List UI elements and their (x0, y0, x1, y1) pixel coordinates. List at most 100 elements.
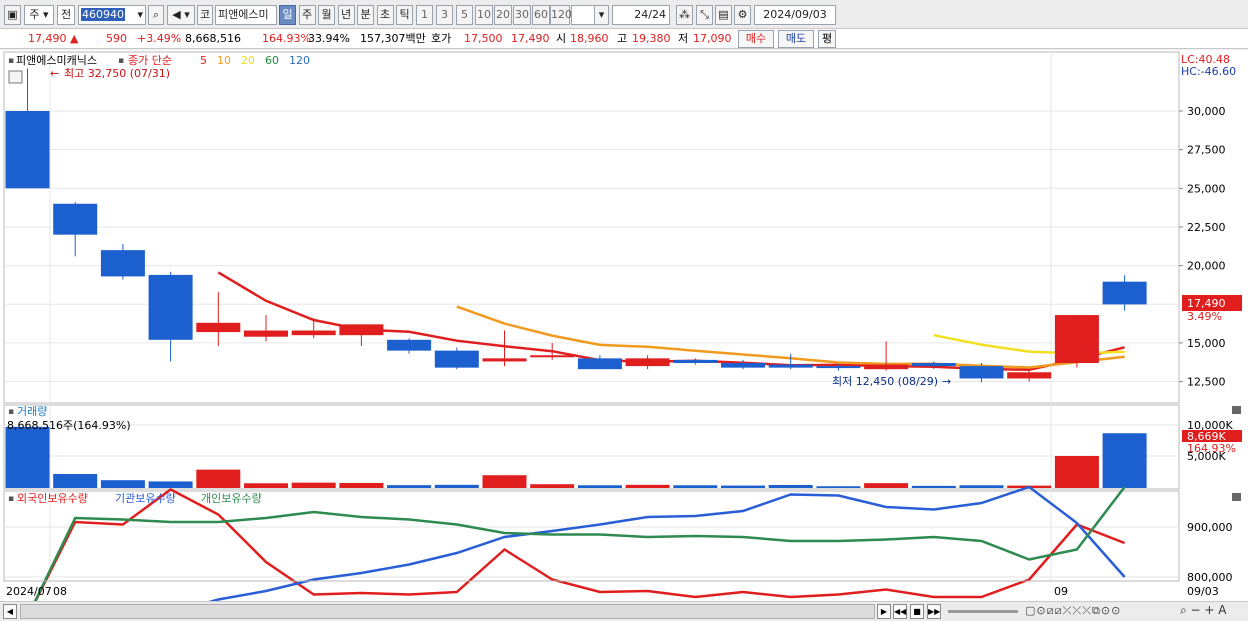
rewind-icon[interactable]: ◀◀ (893, 604, 907, 619)
period-tab-5[interactable]: 초 (376, 5, 394, 25)
stock-chart-svg[interactable]: 30,000 27,500 25,000 22,500 20,000 15,000 12,5… (0, 50, 1248, 618)
volume-close-icon[interactable] (1232, 406, 1241, 414)
interval-dropdown-icon[interactable]: ▾ (594, 5, 609, 25)
count-field[interactable]: 24/24 (612, 5, 670, 25)
low-price: 17,090 (693, 32, 732, 45)
candle-body-9 (434, 350, 479, 368)
volume-bar-16 (768, 485, 813, 488)
candle-body-18 (864, 364, 909, 370)
draw-tool-icon[interactable]: ⤡ (696, 5, 713, 25)
volume-bar-5 (244, 483, 288, 488)
volume-bar-17 (816, 486, 861, 488)
volume-bar-11 (530, 484, 575, 488)
price-tick-label-4: 20,000 (1187, 260, 1226, 273)
period-tab-0[interactable]: 일 (279, 5, 296, 25)
volume-bar-1 (53, 473, 98, 488)
price-tick-label-5: 15,000 (1187, 337, 1226, 350)
window-icon[interactable]: ▣ (4, 5, 21, 25)
zoom-slider[interactable] (948, 610, 1018, 613)
volume-bar-20 (959, 485, 1004, 488)
bid-ask-label: 호가 (431, 32, 452, 45)
period-tab-2[interactable]: 월 (318, 5, 335, 25)
candle-body-3 (148, 274, 193, 340)
scroll-right-icon[interactable]: ▶ (877, 604, 891, 619)
x-label-aug: 08 (53, 585, 67, 598)
interval-tab-60[interactable]: 60 (532, 5, 550, 25)
interval-tab-10[interactable]: 10 (475, 5, 493, 25)
candle-body-7 (339, 324, 384, 336)
calendar-icon[interactable] (8, 70, 23, 84)
volume-bar-2 (100, 480, 145, 488)
volume-bar-12 (577, 485, 622, 488)
chart-area[interactable]: 30,000 27,500 25,000 22,500 20,000 15,000 12,5… (0, 50, 1248, 618)
x-label-right-date: 09/03 (1187, 585, 1219, 598)
ma-legend-item-3: 60 (265, 54, 279, 67)
period-tab-6[interactable]: 틱 (396, 5, 413, 25)
interval-tab-1[interactable]: 1 (416, 5, 433, 25)
save-icon[interactable]: ▤ (715, 5, 732, 25)
market-select[interactable]: 주 ▾ (24, 5, 54, 25)
interval-tab-5[interactable]: 5 (456, 5, 473, 25)
candle-body-0 (5, 111, 50, 189)
interval-tab-30[interactable]: 30 (513, 5, 531, 25)
chart-tool-icon[interactable]: ⁂ (676, 5, 693, 25)
speaker-icon[interactable]: ◀ ▾ (167, 5, 195, 25)
toolbar: ▣ 주 ▾ 전 460940 ▾ ⌕ ◀ ▾ 코 피앤에스미 일주월년분초틱 13… (0, 0, 1248, 29)
low-marker-arrow-icon: → (942, 375, 951, 388)
hc-label: HC:-46.60 (1181, 65, 1236, 78)
drawing-tools-icons[interactable]: ▢⊙⧄⧄⤫⤫⤫⧉⊙⊙ (1025, 604, 1121, 618)
volume-bar-10 (482, 475, 527, 488)
volume-bar-23 (1102, 433, 1147, 488)
ma-legend-item-1: 10 (217, 54, 231, 67)
volume-marker-icon: ▪ (8, 407, 14, 417)
stock-code-input[interactable]: 460940 ▾ (78, 5, 146, 25)
holdings-legend-item-1: 기관보유수량 (115, 492, 176, 505)
candle-body-23 (1102, 281, 1147, 305)
period-tab-3[interactable]: 년 (337, 5, 355, 25)
volume-bar-18 (864, 483, 909, 488)
volume-bar-7 (339, 482, 384, 488)
volume-bar-22 (1054, 456, 1099, 488)
volume-bar-19 (911, 485, 956, 488)
search-icon[interactable]: ⌕ (148, 5, 164, 25)
holdings-close-icon[interactable] (1232, 493, 1241, 501)
holdings-panel-frame (3, 490, 1180, 582)
interval-tab-20[interactable]: 20 (494, 5, 512, 25)
date-field[interactable]: 2024/09/03 (754, 5, 836, 25)
volume-bar-14 (673, 485, 718, 488)
volume-bar-0 (5, 426, 50, 488)
eval-button[interactable]: 평 (818, 30, 836, 48)
stock-name-field[interactable]: 피앤에스미 (215, 5, 277, 25)
candle-body-15 (721, 362, 765, 368)
high-label: 고 (617, 32, 628, 45)
high-price: 19,380 (632, 32, 671, 45)
market-select-label: 주 (29, 8, 40, 21)
forward-icon[interactable]: ▶▶ (927, 604, 941, 619)
stop-icon[interactable]: ■ (910, 604, 924, 619)
candle-body-10 (482, 358, 527, 362)
last-pct-tag: 3.49% (1187, 310, 1222, 323)
ma-legend-prefix: 종가 단순 (128, 54, 172, 67)
price-change: 590 (106, 32, 127, 45)
gear-icon[interactable]: ⚙ (734, 5, 751, 25)
interval-tab-3[interactable]: 3 (436, 5, 453, 25)
candle-body-2 (100, 250, 145, 277)
price-tick-label-6: 12,500 (1187, 376, 1226, 389)
interval-tab-120[interactable]: 120 (550, 5, 572, 25)
candle-body-20 (959, 366, 1004, 379)
market-type-button[interactable]: 코 (197, 5, 213, 25)
trade-amount: 157,307백만 (360, 32, 426, 45)
horizontal-scrollbar[interactable] (20, 604, 875, 619)
zoom-tools-icons[interactable]: ⌕ − + A (1180, 603, 1226, 618)
price-panel-title: 피앤에스미캐닉스 (16, 54, 97, 67)
period-tab-4[interactable]: 분 (357, 5, 374, 25)
high-note: 최고 32,750 (07/31) (64, 67, 170, 80)
stock-code-value: 460940 (81, 8, 125, 21)
scroll-left-icon[interactable]: ◀ (3, 604, 17, 619)
candle-body-21 (1007, 372, 1052, 379)
period-tab-1[interactable]: 주 (298, 5, 316, 25)
volume-bar-4 (196, 469, 241, 488)
prev-button[interactable]: 전 (57, 5, 75, 25)
buy-button[interactable]: 매수 (738, 30, 774, 48)
sell-button[interactable]: 매도 (778, 30, 814, 48)
